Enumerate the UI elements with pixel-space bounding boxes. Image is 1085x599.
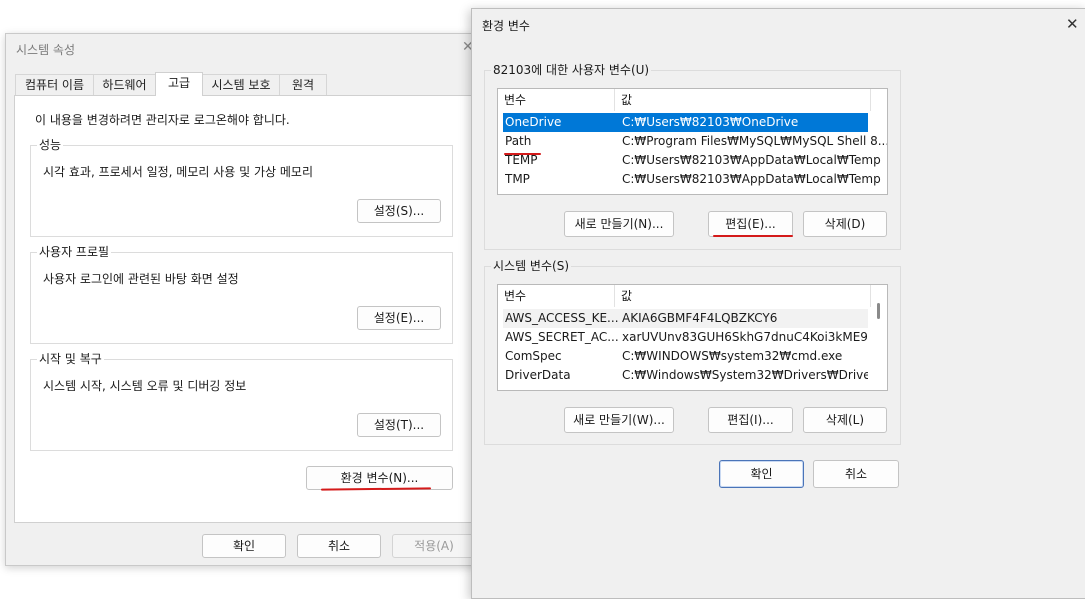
table-row[interactable]: AWS_ACCESS_KE... AKIA6GBMF4F4LQBZKCY6 xyxy=(503,309,868,328)
tab-advanced[interactable]: 고급 xyxy=(155,72,203,96)
variable-name: TMP xyxy=(505,172,530,186)
variable-name: OneDrive xyxy=(505,115,562,129)
cancel-button[interactable]: 취소 xyxy=(297,534,381,558)
annotation-underline xyxy=(320,487,432,491)
tab-hardware[interactable]: 하드웨어 xyxy=(93,74,156,95)
variable-value: C:₩Users₩82103₩AppData₩Local₩Temp xyxy=(622,153,881,167)
startup-recovery-group: 시작 및 복구 시스템 시작, 시스템 오류 및 디버깅 정보 설정(T)... xyxy=(30,352,453,451)
table-row[interactable]: DriverData C:₩Windows₩System32₩Drivers₩D… xyxy=(503,366,868,385)
column-header-variable[interactable]: 변수 xyxy=(498,89,615,111)
user-profiles-settings-button[interactable]: 설정(E)... xyxy=(357,306,441,330)
variable-value: C:₩Program Files₩MySQL₩MySQL Shell 8.... xyxy=(622,134,888,148)
performance-group: 성능 시각 효과, 프로세서 일정, 메모리 사용 및 가상 메모리 설정(S)… xyxy=(30,138,453,237)
close-icon[interactable]: ✕ xyxy=(1066,15,1079,33)
tab-system-protection[interactable]: 시스템 보호 xyxy=(202,74,280,95)
column-header-value[interactable]: 값 xyxy=(615,89,871,111)
variable-value: C:₩Users₩82103₩OneDrive xyxy=(622,115,799,129)
ok-button[interactable]: 확인 xyxy=(719,460,804,488)
variable-value: xarUVUnv83GUH6SkhG7dnuC4Koi3kME9e... xyxy=(622,330,868,344)
environment-variables-title: 환경 변수 xyxy=(482,19,530,33)
system-variables-label: 시스템 변수(S) xyxy=(491,259,571,273)
user-variables-list[interactable]: 변수 값 OneDrive C:₩Users₩82103₩OneDrive Pa… xyxy=(497,88,888,195)
annotation-underline xyxy=(504,153,541,155)
startup-recovery-settings-button[interactable]: 설정(T)... xyxy=(357,413,441,437)
variable-name: ComSpec xyxy=(505,349,562,363)
system-edit-button[interactable]: 편집(I)... xyxy=(708,407,793,433)
variable-name: DriverData xyxy=(505,368,571,382)
system-properties-title: 시스템 속성 xyxy=(16,43,76,57)
table-row[interactable]: AWS_SECRET_AC... xarUVUnv83GUH6SkhG7dnuC… xyxy=(503,328,868,347)
performance-desc: 시각 효과, 프로세서 일정, 메모리 사용 및 가상 메모리 xyxy=(43,165,313,179)
variable-value: C:₩Users₩82103₩AppData₩Local₩Temp xyxy=(622,172,881,186)
system-properties-dialog: 시스템 속성 ✕ 컴퓨터 이름 하드웨어 고급 시스템 보호 원격 이 내용을 … xyxy=(5,33,502,566)
system-variables-list[interactable]: 변수 값 AWS_ACCESS_KE... AKIA6GBMF4F4LQBZKC… xyxy=(497,284,888,391)
list-header: 변수 값 xyxy=(498,89,887,111)
table-row[interactable]: ComSpec C:₩WINDOWS₩system32₩cmd.exe xyxy=(503,347,868,366)
tab-computer-name[interactable]: 컴퓨터 이름 xyxy=(15,74,94,95)
table-row[interactable]: OneDrive C:₩Users₩82103₩OneDrive xyxy=(503,113,868,132)
system-variables-group: 시스템 변수(S) 변수 값 AWS_ACCESS_KE... AKIA6GBM… xyxy=(484,259,901,445)
environment-variables-dialog: 환경 변수 ✕ 82103에 대한 사용자 변수(U) 변수 값 OneDriv… xyxy=(471,8,1085,599)
performance-label: 성능 xyxy=(37,138,64,152)
apply-button[interactable]: 적용(A) xyxy=(392,534,476,558)
variable-value: AKIA6GBMF4F4LQBZKCY6 xyxy=(622,311,778,325)
advanced-tab-panel: 이 내용을 변경하려면 관리자로 로그온해야 합니다. 성능 시각 효과, 프로… xyxy=(14,95,483,523)
user-profiles-label: 사용자 프로필 xyxy=(37,245,112,259)
user-variables-label: 82103에 대한 사용자 변수(U) xyxy=(491,63,652,77)
variable-name: AWS_SECRET_AC... xyxy=(505,330,618,344)
scrollbar-thumb[interactable] xyxy=(877,303,880,319)
user-profiles-group: 사용자 프로필 사용자 로그인에 관련된 바탕 화면 설정 설정(E)... xyxy=(30,245,453,344)
admin-notice: 이 내용을 변경하려면 관리자로 로그온해야 합니다. xyxy=(35,113,290,127)
table-row[interactable]: TEMP C:₩Users₩82103₩AppData₩Local₩Temp xyxy=(503,151,881,170)
table-row[interactable]: Path C:₩Program Files₩MySQL₩MySQL Shell … xyxy=(503,132,887,151)
tab-remote[interactable]: 원격 xyxy=(279,74,327,95)
cancel-button[interactable]: 취소 xyxy=(813,460,899,488)
variable-name: Path xyxy=(505,134,532,148)
environment-variables-button[interactable]: 환경 변수(N)... xyxy=(306,466,453,490)
ok-button[interactable]: 확인 xyxy=(202,534,286,558)
table-row[interactable]: TMP C:₩Users₩82103₩AppData₩Local₩Temp xyxy=(503,170,881,189)
variable-value: C:₩Windows₩System32₩Drivers₩DriverData xyxy=(622,368,868,382)
user-variables-group: 82103에 대한 사용자 변수(U) 변수 값 OneDrive C:₩Use… xyxy=(484,63,901,250)
user-delete-button[interactable]: 삭제(D) xyxy=(803,211,887,237)
variable-value: C:₩WINDOWS₩system32₩cmd.exe xyxy=(622,349,843,363)
column-header-value[interactable]: 값 xyxy=(615,285,871,307)
performance-settings-button[interactable]: 설정(S)... xyxy=(357,199,441,223)
startup-recovery-label: 시작 및 복구 xyxy=(37,352,104,366)
system-new-button[interactable]: 새로 만들기(W)... xyxy=(564,407,674,433)
list-header: 변수 값 xyxy=(498,285,887,307)
startup-recovery-desc: 시스템 시작, 시스템 오류 및 디버깅 정보 xyxy=(43,379,247,393)
user-edit-button[interactable]: 편집(E)... xyxy=(708,211,793,237)
system-delete-button[interactable]: 삭제(L) xyxy=(803,407,887,433)
variable-name: AWS_ACCESS_KE... xyxy=(505,311,618,325)
column-header-variable[interactable]: 변수 xyxy=(498,285,615,307)
annotation-underline xyxy=(713,235,793,237)
user-new-button[interactable]: 새로 만들기(N)... xyxy=(564,211,674,237)
user-profiles-desc: 사용자 로그인에 관련된 바탕 화면 설정 xyxy=(43,272,239,286)
